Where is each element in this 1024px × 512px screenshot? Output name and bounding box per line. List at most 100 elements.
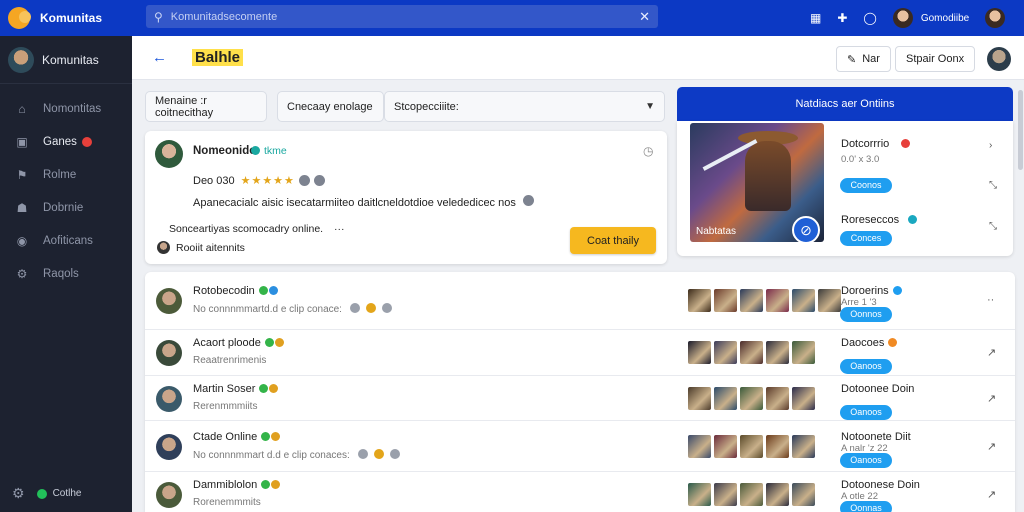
member-game-name[interactable]: Dotoonese Doin (841, 479, 920, 491)
game-thumbnail[interactable] (740, 289, 763, 312)
sidebar-item-rolme[interactable]: ⚑ Rolme (0, 158, 132, 191)
user-name[interactable]: Gomodiibe (921, 13, 969, 24)
post-author-name[interactable]: Nomeonide (193, 145, 256, 157)
close-icon[interactable]: ✕ (639, 9, 650, 25)
sidebar-item-dobrnie[interactable]: ☗ Dobrnie (0, 191, 132, 224)
member-game-button[interactable]: Oonnas (840, 501, 892, 512)
back-arrow-icon[interactable]: ← (152, 49, 167, 66)
game-thumbnail[interactable] (714, 483, 737, 506)
game-thumbnail[interactable] (792, 341, 815, 364)
expand-icon[interactable]: ↗ (987, 488, 996, 501)
search-bar[interactable]: ⚲ ✕ (146, 5, 658, 28)
game-thumbnail[interactable] (688, 483, 711, 506)
sidebar-item-home[interactable]: ⌂ Nomontitas (0, 92, 132, 125)
ellipsis-icon[interactable]: ··· (334, 223, 345, 235)
member-name[interactable]: Ctade Online (193, 431, 281, 443)
game-thumbnail[interactable] (818, 289, 841, 312)
search-input[interactable] (170, 10, 640, 23)
chat-icon[interactable] (389, 448, 400, 459)
member-game-button[interactable]: Oonnos (840, 307, 892, 322)
game-cover-image[interactable]: Nabtatas ⊘ (690, 123, 824, 242)
game-thumbnail[interactable] (792, 483, 815, 506)
brand[interactable]: Komunitas (0, 7, 140, 29)
game-thumbnail[interactable] (714, 434, 737, 458)
member-name[interactable]: Rotobecodin (193, 285, 278, 297)
panel-entry-name[interactable]: Roreseccos (841, 214, 899, 226)
game-thumbnail[interactable] (714, 289, 737, 312)
list-item[interactable]: Ctade Online No connnmmart d.d e clip co… (145, 421, 1015, 472)
game-thumbnail[interactable] (792, 386, 815, 410)
gear-icon[interactable]: ⚙ (12, 485, 25, 502)
filter-chip-language[interactable]: Cnecaay enolage (277, 91, 384, 122)
game-thumbnail[interactable] (740, 483, 763, 506)
list-item[interactable]: Dammiblolon Rorenemmmits Dotoonese Doin … (145, 472, 1015, 512)
filter-chip-connectivity[interactable]: Menaine :r coitnecithay (145, 91, 267, 122)
chevron-right-icon[interactable]: › (989, 140, 992, 151)
game-thumbnail[interactable] (688, 434, 711, 458)
avatar[interactable] (156, 482, 182, 508)
member-game-button[interactable]: Oanoos (840, 452, 892, 468)
game-thumbnail[interactable] (766, 483, 789, 506)
chat-icon[interactable] (381, 303, 392, 313)
member-name[interactable]: Dammiblolon (193, 479, 281, 491)
avatar[interactable] (156, 340, 182, 366)
online-status[interactable]: ⚙ Cotlhe (12, 485, 81, 502)
profile-avatar[interactable] (985, 8, 1006, 28)
game-thumbnail[interactable] (714, 386, 737, 410)
avatar[interactable] (156, 433, 182, 460)
expand-icon[interactable]: ↗ (987, 392, 996, 405)
member-game-button[interactable]: Oanoos (840, 359, 892, 374)
edit-button[interactable]: ✎ Nar (836, 46, 891, 72)
avatar[interactable] (155, 140, 183, 168)
list-item[interactable]: Rotobecodin No connnmmartd.d e clip cona… (145, 272, 1015, 330)
panel-entry-name[interactable]: Dotcorrrio (841, 138, 889, 150)
info-icon[interactable] (349, 303, 360, 313)
game-thumbnail[interactable] (766, 341, 789, 364)
circle-icon[interactable]: ◯ (863, 11, 876, 25)
game-thumbnail[interactable] (688, 289, 711, 312)
game-thumbnail[interactable] (766, 289, 789, 312)
member-game-name[interactable]: Daocoes (841, 337, 898, 349)
puzzle-icon[interactable]: ✚ (837, 11, 847, 25)
more-icon[interactable]: ◷ (643, 144, 653, 158)
expand-icon[interactable]: ⤡ (989, 221, 997, 232)
game-thumbnail[interactable] (714, 341, 737, 364)
scrollbar[interactable] (1018, 90, 1023, 170)
post-user[interactable]: Rooiit aitennits (157, 241, 245, 254)
avatar[interactable] (156, 288, 182, 314)
grid-icon[interactable]: ▦ (810, 11, 821, 25)
list-item[interactable]: Martin Soser Rerenmmmiits Dotoonee Doin … (145, 376, 1015, 421)
panel-entry-button[interactable]: Coonos (840, 178, 892, 193)
list-item[interactable]: Acaort ploode Reaatrenrimenis Daocoes Oa… (145, 330, 1015, 376)
star-icon[interactable] (373, 448, 384, 459)
expand-icon[interactable]: ↗ (987, 440, 996, 453)
game-thumbnail[interactable] (740, 341, 763, 364)
game-thumbnail[interactable] (688, 386, 711, 410)
share-button[interactable]: Stpair Oonx (895, 46, 976, 72)
avatar[interactable] (987, 47, 1011, 71)
panel-entry-button[interactable]: Conces (840, 231, 892, 246)
join-button[interactable]: Coat thaily (570, 227, 656, 254)
expand-icon[interactable]: ·· (987, 294, 994, 306)
member-game-name[interactable]: Dotoonee Doin (841, 383, 914, 395)
sidebar-item-games[interactable]: ▣ Ganes (0, 125, 132, 158)
info-icon[interactable] (357, 448, 368, 459)
filter-select[interactable]: Stcopecciiite: ▼ (384, 91, 665, 122)
star-icon[interactable] (365, 303, 376, 313)
expand-icon[interactable]: ↗ (987, 346, 996, 359)
expand-icon[interactable]: ⤡ (989, 180, 997, 191)
game-thumbnail[interactable] (740, 434, 763, 458)
game-thumbnail[interactable] (766, 434, 789, 458)
game-thumbnail[interactable] (688, 341, 711, 364)
game-thumbnail[interactable] (792, 434, 815, 458)
avatar[interactable] (892, 8, 913, 28)
info-icon[interactable] (522, 195, 534, 206)
member-game-name[interactable]: Doroerins (841, 285, 902, 297)
avatar[interactable] (156, 385, 182, 412)
game-thumbnail[interactable] (792, 289, 815, 312)
info-icon[interactable] (313, 175, 325, 186)
sidebar-item-raqols[interactable]: ⚙ Raqols (0, 257, 132, 290)
member-game-name[interactable]: Notoonete Diit (841, 431, 911, 443)
sidebar-header[interactable]: Komunitas (0, 36, 132, 84)
sidebar-item-notifications[interactable]: ◉ Aofiticans (0, 224, 132, 257)
